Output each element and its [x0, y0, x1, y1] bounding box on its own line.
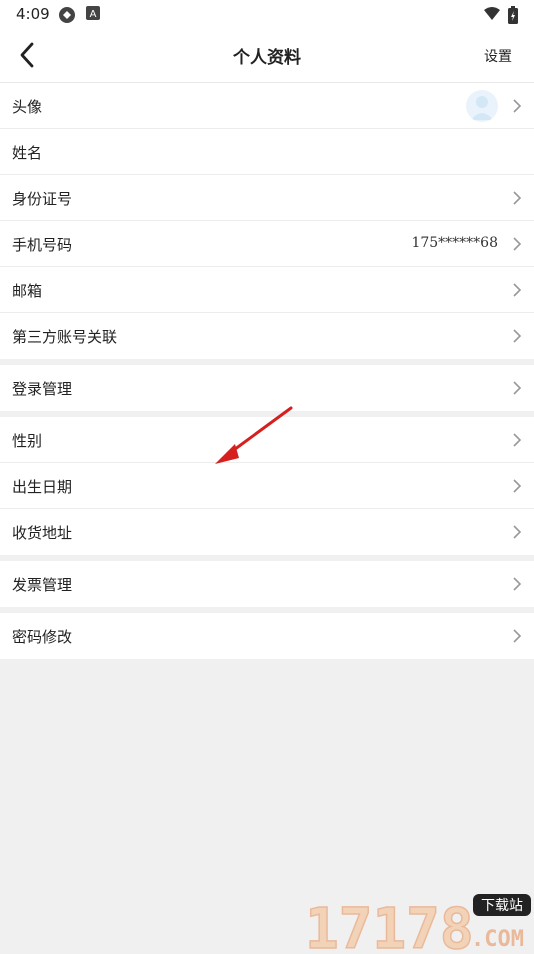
- status-bar: 4:09 A: [0, 0, 534, 28]
- row-label: 邮箱: [12, 282, 43, 300]
- row-login-management[interactable]: 登录管理: [0, 365, 534, 411]
- row-label: 姓名: [12, 144, 43, 162]
- row-third-party-accounts[interactable]: 第三方账号关联: [0, 313, 534, 359]
- chevron-right-icon: [513, 433, 522, 447]
- svg-text:A: A: [90, 9, 97, 20]
- avatar: [466, 90, 498, 122]
- watermark-17178-logo: 17178 下载站 .COM: [304, 894, 531, 954]
- profile-group-basic: 头像 姓名 身份证号 手机号码 175******68 邮箱 第三方账号关联: [0, 83, 534, 359]
- svg-text:.COM: .COM: [471, 927, 524, 950]
- status-time: 4:09: [16, 5, 50, 23]
- row-label: 密码修改: [12, 628, 73, 646]
- row-label: 收货地址: [12, 524, 73, 542]
- page-title: 个人资料: [233, 48, 301, 68]
- svg-text:17178: 17178: [305, 897, 474, 950]
- row-label: 性别: [12, 432, 43, 450]
- wifi-icon: [484, 7, 500, 20]
- row-change-password[interactable]: 密码修改: [0, 613, 534, 659]
- battery-charging-icon: [508, 6, 518, 24]
- profile-group-personal: 性别 出生日期 收货地址: [0, 417, 534, 555]
- settings-button[interactable]: 设置: [484, 46, 512, 66]
- header-bar: 个人资料 设置: [0, 28, 534, 83]
- row-invoice-management[interactable]: 发票管理: [0, 561, 534, 607]
- watermark-logo: 17178 下载站 .COM: [304, 888, 534, 954]
- row-gender[interactable]: 性别: [0, 417, 534, 463]
- chevron-right-icon: [513, 237, 522, 251]
- row-label: 第三方账号关联: [12, 328, 118, 346]
- chevron-right-icon: [513, 191, 522, 205]
- row-shipping-address[interactable]: 收货地址: [0, 509, 534, 555]
- phone-value: 175******68: [411, 235, 498, 251]
- row-label: 发票管理: [12, 576, 73, 594]
- a-badge-icon: A: [86, 6, 100, 20]
- row-name[interactable]: 姓名: [0, 129, 534, 175]
- row-avatar[interactable]: 头像: [0, 83, 534, 129]
- chevron-right-icon: [513, 479, 522, 493]
- row-label: 头像: [12, 98, 43, 116]
- row-id-number[interactable]: 身份证号: [0, 175, 534, 221]
- chevron-right-icon: [513, 629, 522, 643]
- row-phone[interactable]: 手机号码 175******68: [0, 221, 534, 267]
- row-email[interactable]: 邮箱: [0, 267, 534, 313]
- profile-group-invoice: 发票管理: [0, 561, 534, 607]
- sync-icon: [59, 7, 75, 23]
- avatar-icon: [471, 96, 493, 120]
- row-label: 出生日期: [12, 478, 73, 496]
- row-label: 身份证号: [12, 190, 73, 208]
- chevron-right-icon: [513, 525, 522, 539]
- chevron-right-icon: [513, 283, 522, 297]
- chevron-right-icon: [513, 577, 522, 591]
- profile-group-password: 密码修改: [0, 613, 534, 659]
- chevron-right-icon: [513, 99, 522, 113]
- row-label: 手机号码: [12, 236, 73, 254]
- row-birth-date[interactable]: 出生日期: [0, 463, 534, 509]
- profile-group-login: 登录管理: [0, 365, 534, 411]
- row-label: 登录管理: [12, 380, 73, 398]
- chevron-right-icon: [513, 329, 522, 343]
- svg-text:下载站: 下载站: [481, 898, 523, 914]
- chevron-right-icon: [513, 381, 522, 395]
